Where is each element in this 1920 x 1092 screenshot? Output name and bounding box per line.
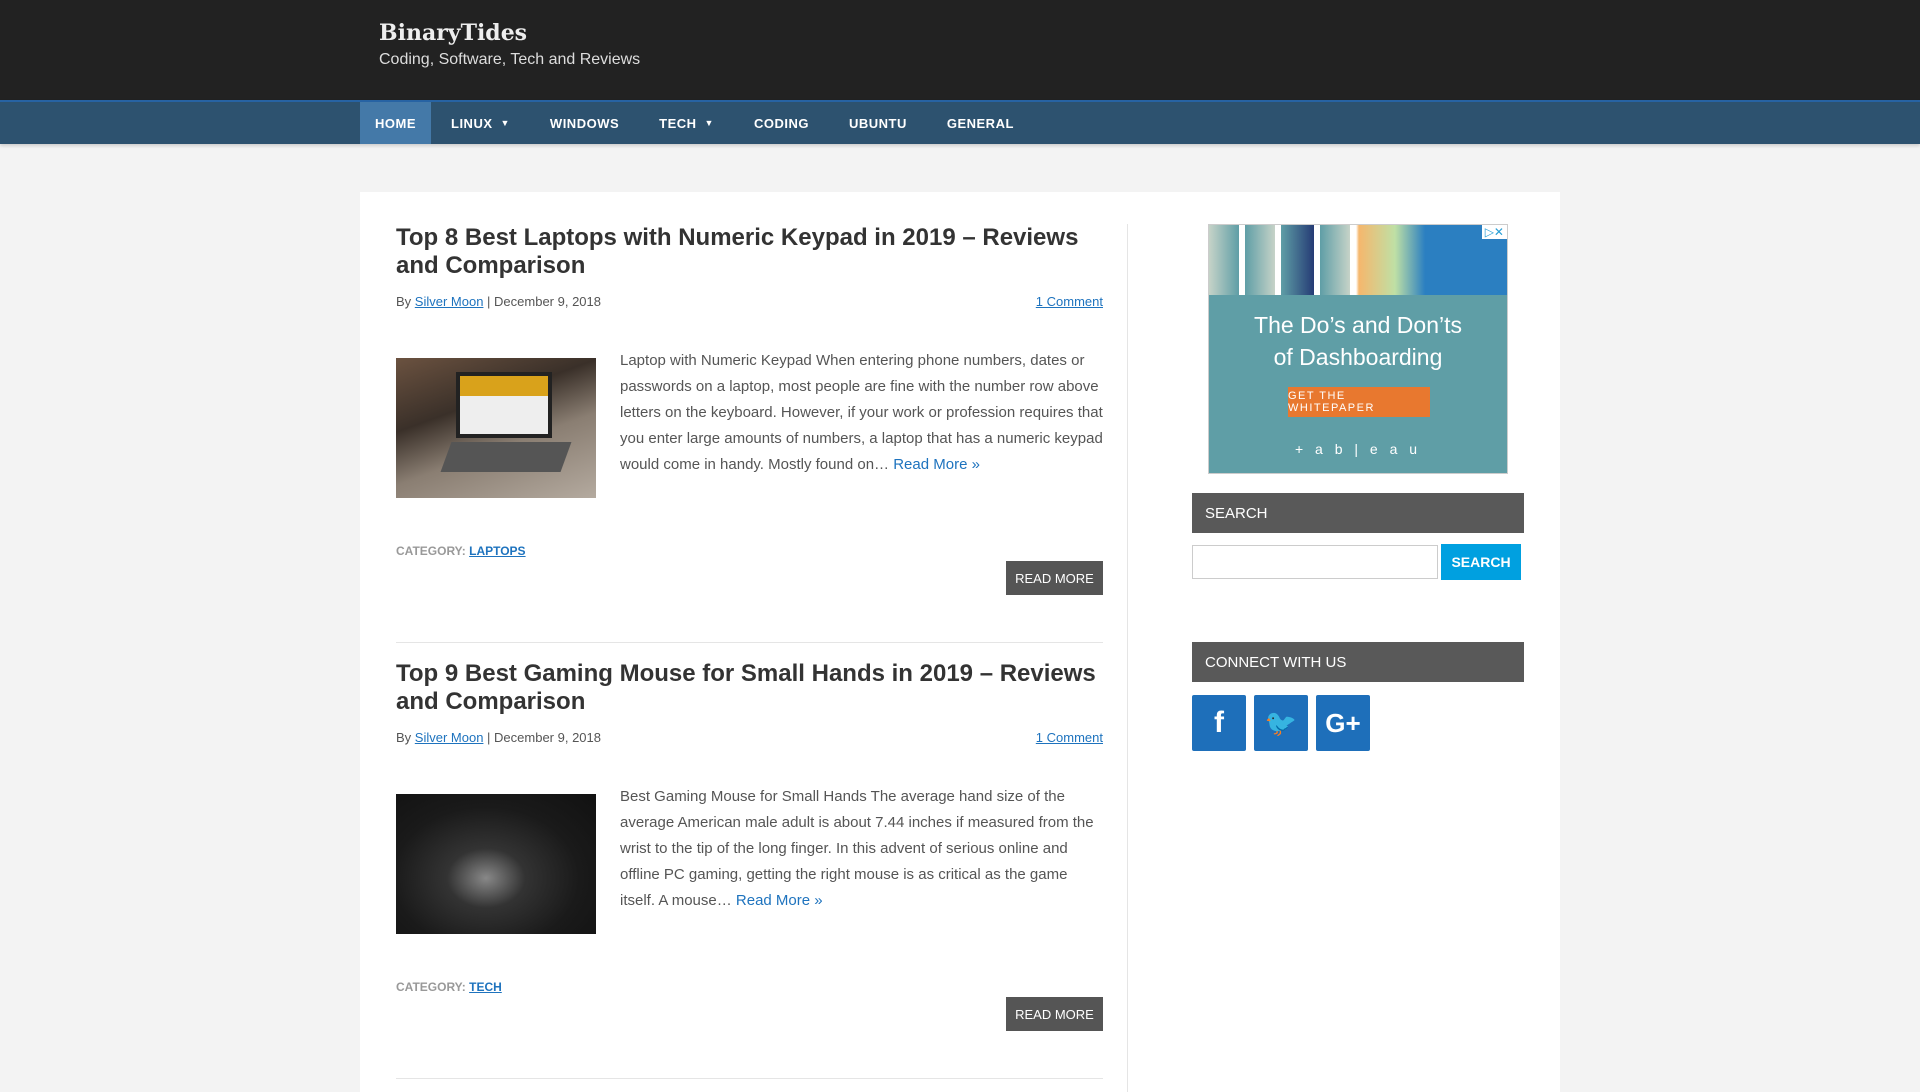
- ad-headline-line: The Do’s and Don’ts: [1254, 312, 1462, 338]
- read-more-link[interactable]: Read More »: [736, 892, 823, 909]
- post-excerpt: Laptop with Numeric Keypad When entering…: [620, 348, 1103, 478]
- post-date: | December 9, 2018: [483, 294, 601, 309]
- nav-label: HOME: [375, 115, 416, 131]
- ad-cta-button[interactable]: GET THE WHITEPAPER: [1288, 387, 1430, 417]
- nav-label: TECH: [659, 115, 697, 131]
- excerpt-text: Laptop with Numeric Keypad When entering…: [620, 352, 1103, 473]
- post-meta: By Silver Moon | December 9, 2018 1 Comme…: [396, 294, 1103, 309]
- category-link[interactable]: LAPTOPS: [469, 544, 525, 558]
- post-category: CATEGORY: TECH: [396, 980, 502, 994]
- nav-label: WINDOWS: [549, 115, 620, 131]
- nav-label: UBUNTU: [848, 115, 907, 131]
- post-title[interactable]: Top 9 Best Gaming Mouse for Small Hands …: [396, 660, 1103, 716]
- google-plus-icon[interactable]: G+: [1316, 695, 1370, 751]
- comments-link[interactable]: 1 Comment: [1036, 294, 1103, 309]
- read-more-button[interactable]: READ MORE: [1006, 561, 1103, 595]
- site-tagline: Coding, Software, Tech and Reviews: [379, 51, 641, 68]
- nav-linux[interactable]: LINUX ▼: [431, 102, 530, 144]
- by-label: By: [396, 294, 415, 309]
- caret-down-icon: ▼: [500, 118, 510, 128]
- category-label: CATEGORY:: [396, 544, 470, 558]
- ad-image: [1209, 225, 1507, 295]
- category-link[interactable]: TECH: [469, 980, 502, 994]
- caret-down-icon: ▼: [704, 118, 714, 128]
- advertisement[interactable]: ▷✕ The Do’s and Don’ts of Dashboarding GE…: [1208, 224, 1508, 474]
- post: Top 8 Best Laptops with Numeric Keypad i…: [396, 224, 1103, 644]
- comments-link[interactable]: 1 Comment: [1036, 730, 1103, 745]
- connect-widget-heading: CONNECT WITH US: [1192, 642, 1524, 682]
- main-nav: HOME LINUX ▼ WINDOWS TECH ▼ CODING UBUNTU …: [0, 100, 1920, 144]
- search-input[interactable]: [1192, 545, 1438, 579]
- read-more-link[interactable]: Read More »: [893, 456, 980, 473]
- column-divider: [1127, 224, 1128, 1092]
- site-logo[interactable]: BinaryTides: [379, 20, 527, 46]
- ad-headline-line: of Dashboarding: [1273, 344, 1443, 370]
- nav-windows[interactable]: WINDOWS: [530, 102, 639, 144]
- nav-home[interactable]: HOME: [360, 102, 431, 144]
- author-link[interactable]: Silver Moon: [415, 730, 484, 745]
- nav-general[interactable]: GENERAL: [927, 102, 1034, 144]
- nav-label: CODING: [753, 115, 809, 131]
- facebook-icon[interactable]: f: [1192, 695, 1246, 751]
- read-more-button[interactable]: READ MORE: [1006, 997, 1103, 1031]
- post-thumbnail-laptop[interactable]: [396, 358, 596, 498]
- search-button[interactable]: SEARCH: [1441, 544, 1521, 580]
- post-category: CATEGORY: LAPTOPS: [396, 544, 526, 558]
- post-excerpt: Best Gaming Mouse for Small Hands The av…: [620, 784, 1103, 914]
- excerpt-text: Best Gaming Mouse for Small Hands The av…: [620, 788, 1094, 909]
- nav-label: LINUX: [451, 115, 493, 131]
- post-meta: By Silver Moon | December 9, 2018 1 Comme…: [396, 730, 1103, 745]
- nav-coding[interactable]: CODING: [734, 102, 829, 144]
- post-thumbnail-mouse[interactable]: [396, 794, 596, 934]
- nav-tech[interactable]: TECH ▼: [639, 102, 734, 144]
- author-link[interactable]: Silver Moon: [415, 294, 484, 309]
- ad-headline: The Do’s and Don’ts of Dashboarding: [1209, 309, 1507, 373]
- post-date: | December 9, 2018: [483, 730, 601, 745]
- search-widget-heading: SEARCH: [1192, 493, 1524, 533]
- twitter-icon[interactable]: 🐦: [1254, 695, 1308, 751]
- ad-close-icon[interactable]: ▷✕: [1481, 225, 1507, 239]
- ad-brand-logo: + a b | e a u: [1294, 441, 1422, 457]
- nav-ubuntu[interactable]: UBUNTU: [829, 102, 927, 144]
- nav-label: GENERAL: [946, 115, 1014, 131]
- content-box: Top 8 Best Laptops with Numeric Keypad i…: [360, 192, 1560, 1092]
- post: Top 9 Best Gaming Mouse for Small Hands …: [396, 660, 1103, 1080]
- site-header: BinaryTides Coding, Software, Tech and R…: [0, 0, 1920, 100]
- by-label: By: [396, 730, 415, 745]
- post-title[interactable]: Top 8 Best Laptops with Numeric Keypad i…: [396, 224, 1103, 280]
- post-divider: [396, 642, 1103, 643]
- post-divider: [396, 1078, 1103, 1079]
- category-label: CATEGORY:: [396, 980, 470, 994]
